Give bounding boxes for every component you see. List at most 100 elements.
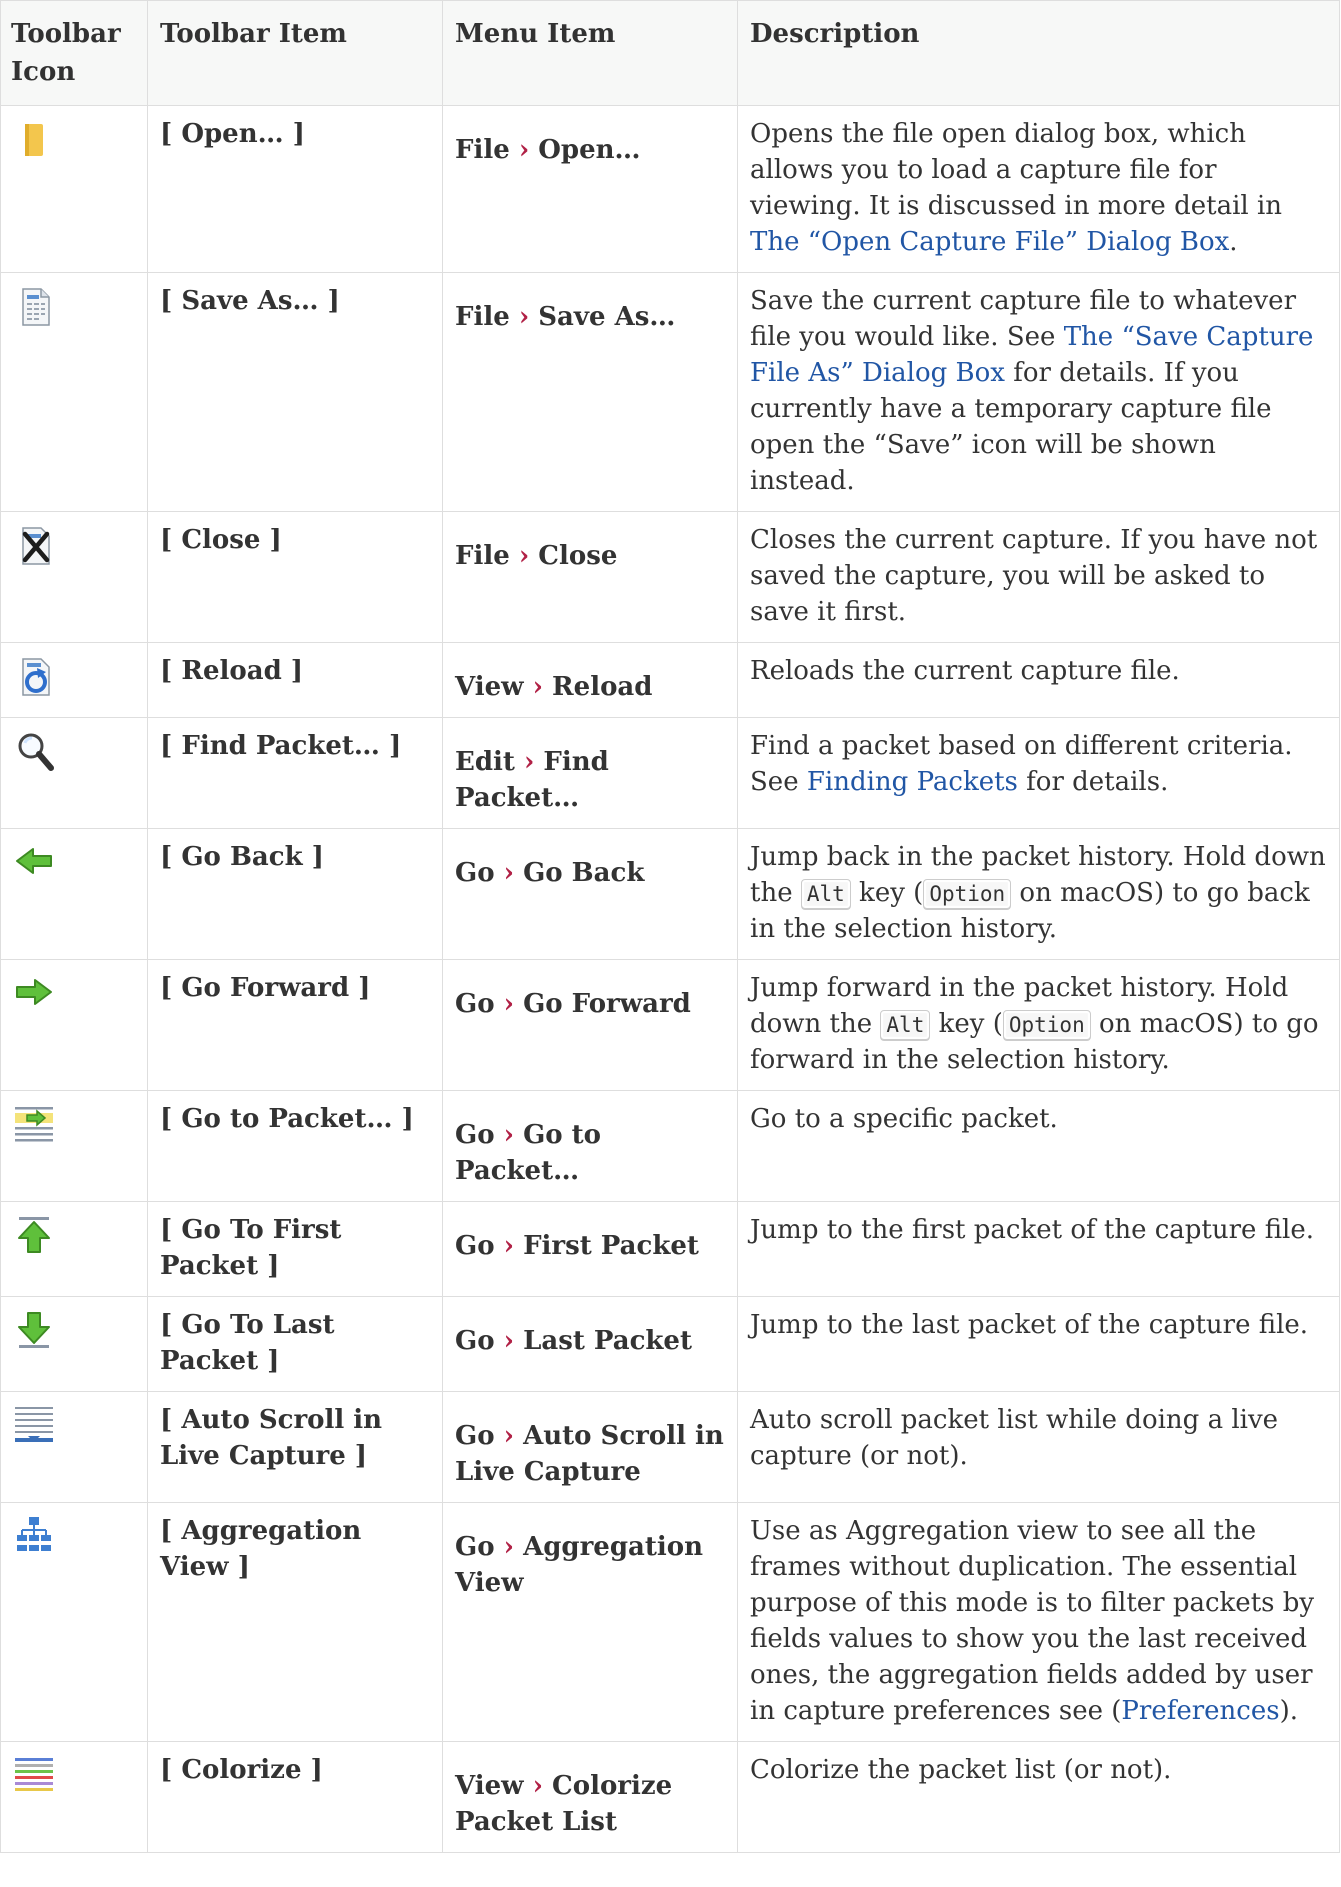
menu-name: File	[455, 541, 510, 571]
arrow-right-icon	[16, 979, 52, 1005]
description-cell: Closes the current capture. If you have …	[737, 511, 1340, 643]
menu-name: File	[455, 135, 510, 165]
toolbar-item-label: [ Go To First Packet ]	[160, 1215, 342, 1281]
menu-entry: Close	[538, 541, 618, 571]
toolbar-icon-cell	[0, 717, 148, 829]
toolbar-reference-table: Toolbar Icon Toolbar Item Menu Item Desc…	[0, 0, 1340, 1853]
menu-item-cell: File › Close	[442, 511, 738, 643]
toolbar-item-cell: [ Go to Packet… ]	[147, 1090, 443, 1202]
menu-entry: Go Forward	[523, 989, 691, 1019]
description-cell: Reloads the current capture file.	[737, 642, 1340, 718]
description-cell: Find a packet based on different criteri…	[737, 717, 1340, 829]
table-row: [ Go Back ] Go › Go Back Jump back in the …	[0, 828, 1340, 960]
magnifier-icon	[18, 733, 54, 771]
toolbar-item-cell: [ Go Back ]	[147, 828, 443, 960]
menu-entry: Open…	[538, 135, 641, 165]
menu-separator-icon: ›	[494, 1326, 524, 1356]
toolbar-item-label: [ Close ]	[160, 525, 282, 555]
menu-separator-icon: ›	[523, 672, 553, 702]
toolbar-item-label: [ Go To Last Packet ]	[160, 1310, 335, 1376]
toolbar-icon-cell	[0, 272, 148, 512]
toolbar-item-label: [ Find Packet… ]	[160, 731, 402, 761]
menu-separator-icon: ›	[523, 1771, 553, 1801]
menu-entry: Last Packet	[523, 1326, 692, 1356]
table-row: [ Close ] File › Close Closes the current …	[0, 511, 1340, 643]
keyboard-key: Alt	[800, 879, 851, 909]
toolbar-icon-cell	[0, 1201, 148, 1297]
description-link[interactable]: The “Open Capture File” Dialog Box	[750, 227, 1229, 257]
description-text: Jump to the last packet of the capture f…	[750, 1310, 1309, 1340]
toolbar-icon-cell	[0, 1391, 148, 1503]
description-cell: Auto scroll packet list while doing a li…	[737, 1391, 1340, 1503]
toolbar-item-cell: [ Go Forward ]	[147, 959, 443, 1091]
menu-name: Edit	[455, 747, 515, 777]
keyboard-key: Alt	[880, 1010, 931, 1040]
menu-separator-icon: ›	[509, 135, 539, 165]
menu-item-cell: Go › Go to Packet…	[442, 1090, 738, 1202]
close-file-icon	[22, 527, 50, 565]
header-menu-item: Menu Item	[442, 0, 738, 106]
toolbar-icon-cell	[0, 1090, 148, 1202]
table-row: [ Colorize ] View › Colorize Packet List C…	[0, 1741, 1340, 1853]
menu-separator-icon: ›	[494, 1120, 524, 1150]
menu-separator-icon: ›	[494, 1231, 524, 1261]
table-row: [ Open… ] File › Open… Opens the file open…	[0, 105, 1340, 273]
description-text: Closes the current capture. If you have …	[750, 525, 1318, 627]
menu-entry: Reload	[552, 672, 653, 702]
menu-separator-icon: ›	[509, 302, 539, 332]
toolbar-item-cell: [ Go To First Packet ]	[147, 1201, 443, 1297]
toolbar-item-cell: [ Open… ]	[147, 105, 443, 273]
table-row: [ Find Packet… ] Edit › Find Packet… Find …	[0, 717, 1340, 829]
menu-name: Go	[455, 1421, 495, 1451]
toolbar-icon-cell	[0, 1502, 148, 1742]
menu-item-cell: File › Open…	[442, 105, 738, 273]
toolbar-item-cell: [ Go To Last Packet ]	[147, 1296, 443, 1392]
menu-name: View	[455, 1771, 524, 1801]
description-link[interactable]: Preferences	[1121, 1696, 1279, 1726]
toolbar-icon-cell	[0, 1296, 148, 1392]
arrow-left-icon	[16, 848, 52, 874]
menu-name: File	[455, 302, 510, 332]
description-text: Colorize the packet list (or not).	[750, 1755, 1172, 1785]
table-row: [ Go To First Packet ] Go › First Packet J…	[0, 1201, 1340, 1297]
go-last-icon	[18, 1312, 50, 1348]
menu-separator-icon: ›	[514, 747, 544, 777]
keyboard-key: Option	[923, 879, 1012, 909]
toolbar-icon-cell	[0, 511, 148, 643]
toolbar-item-cell: [ Colorize ]	[147, 1741, 443, 1853]
table-row: [ Aggregation View ] Go › Aggregation Vie…	[0, 1502, 1340, 1742]
table-row: [ Save As… ] File › Save As… Save the curr…	[0, 272, 1340, 512]
toolbar-icon-cell	[0, 1741, 148, 1853]
toolbar-icon-cell	[0, 105, 148, 273]
table-row: [ Go to Packet… ] Go › Go to Packet… Go to…	[0, 1090, 1340, 1202]
description-text: Opens the file open dialog box, which al…	[750, 119, 1283, 221]
menu-name: Go	[455, 1532, 495, 1562]
description-link[interactable]: Finding Packets	[807, 767, 1018, 797]
menu-name: View	[455, 672, 524, 702]
menu-name: Go	[455, 1231, 495, 1261]
menu-name: Go	[455, 1326, 495, 1356]
auto-scroll-icon	[15, 1407, 53, 1442]
description-cell: Colorize the packet list (or not).	[737, 1741, 1340, 1853]
table-row: [ Auto Scroll in Live Capture ] Go › Auto…	[0, 1391, 1340, 1503]
toolbar-item-label: [ Auto Scroll in Live Capture ]	[160, 1405, 383, 1471]
toolbar-item-label: [ Reload ]	[160, 656, 304, 686]
toolbar-item-label: [ Go Back ]	[160, 842, 324, 872]
header-description: Description	[737, 0, 1340, 106]
header-row: Toolbar Icon Toolbar Item Menu Item Desc…	[0, 0, 1340, 106]
menu-separator-icon: ›	[494, 989, 524, 1019]
description-cell: Go to a specific packet.	[737, 1090, 1340, 1202]
menu-name: Go	[455, 858, 495, 888]
description-text: .	[1229, 227, 1238, 257]
toolbar-item-label: [ Aggregation View ]	[160, 1516, 362, 1582]
header-toolbar-item: Toolbar Item	[147, 0, 443, 106]
toolbar-item-cell: [ Aggregation View ]	[147, 1502, 443, 1742]
toolbar-item-cell: [ Close ]	[147, 511, 443, 643]
menu-item-cell: Go › Aggregation View	[442, 1502, 738, 1742]
description-cell: Opens the file open dialog box, which al…	[737, 105, 1340, 273]
menu-entry: Go Back	[523, 858, 645, 888]
description-text: Reloads the current capture file.	[750, 656, 1180, 686]
menu-separator-icon: ›	[494, 1421, 524, 1451]
description-text: Jump to the first packet of the capture …	[750, 1215, 1315, 1245]
description-cell: Jump to the first packet of the capture …	[737, 1201, 1340, 1297]
